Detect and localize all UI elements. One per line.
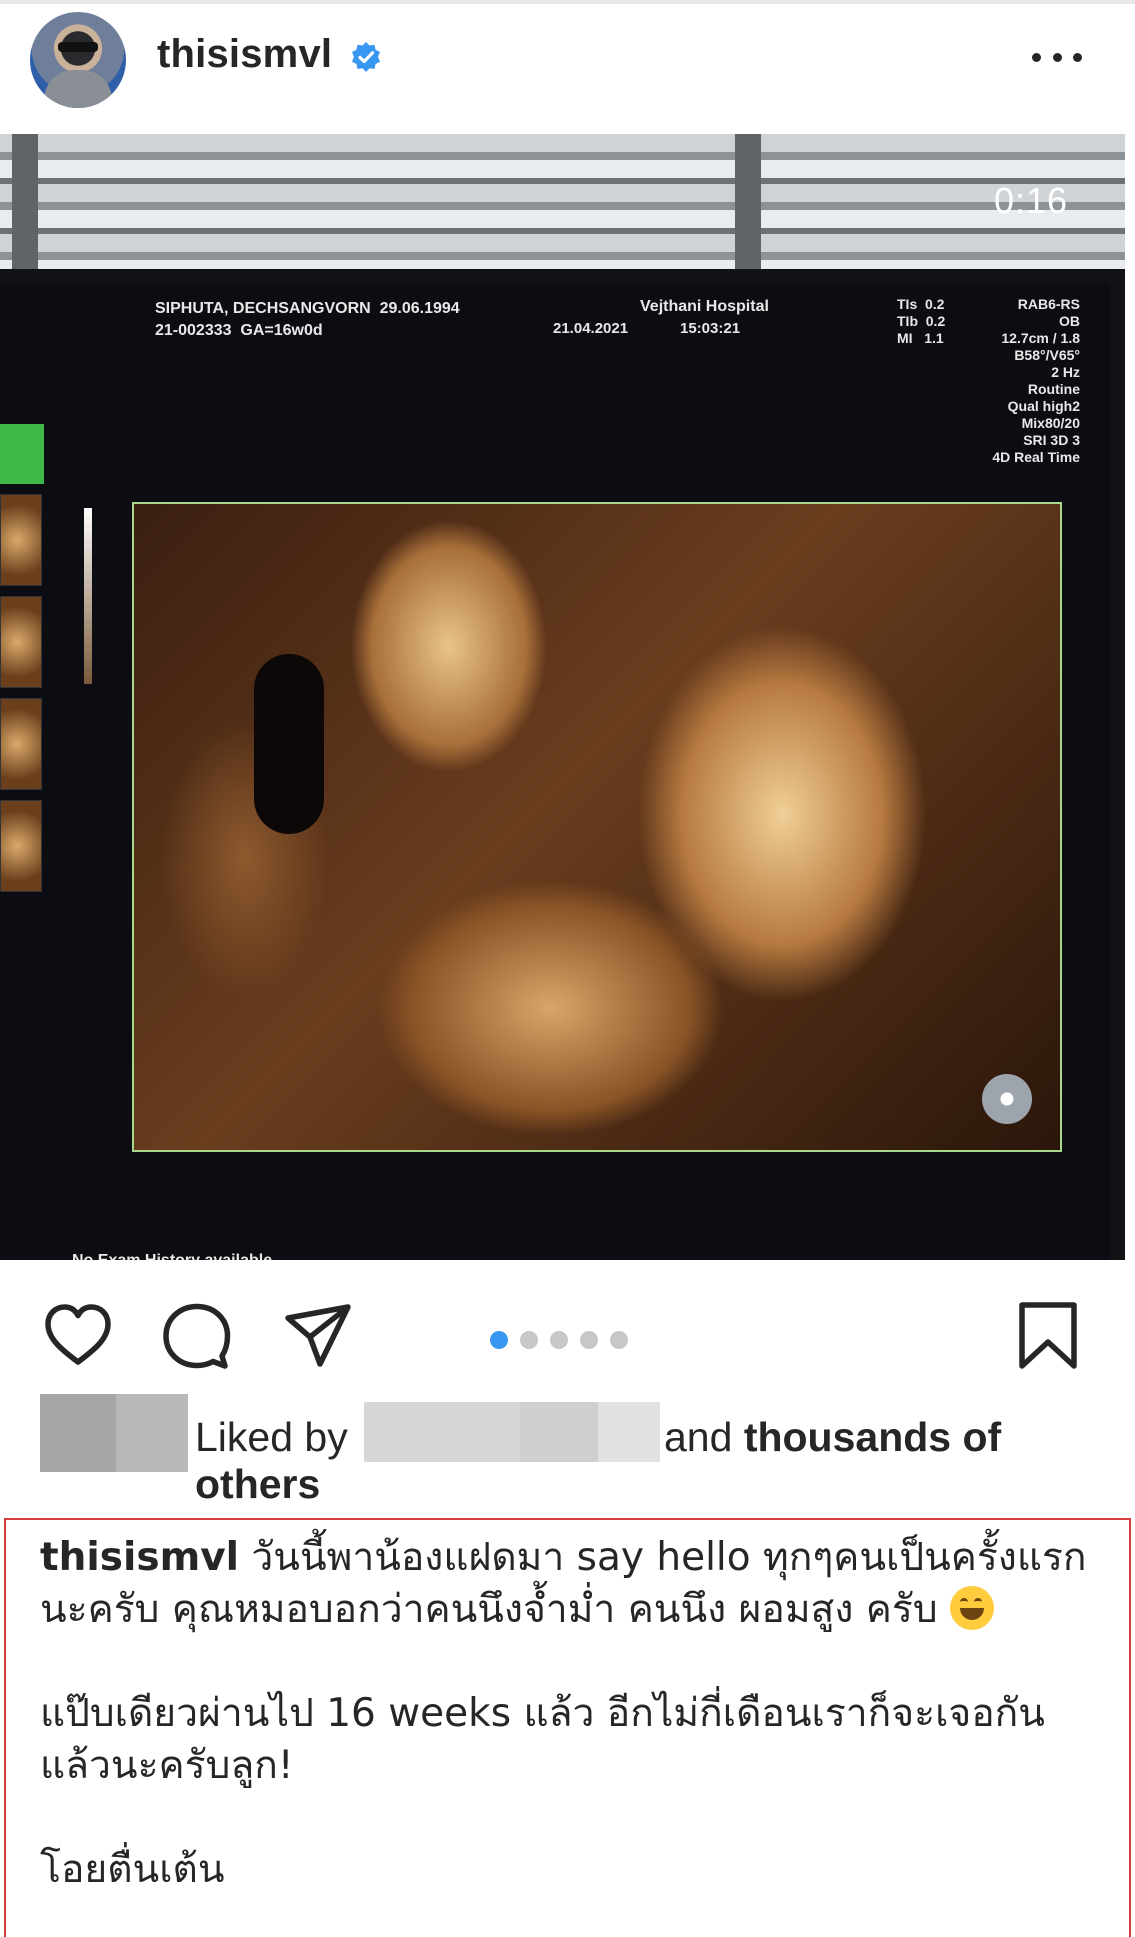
caption-text: นะครับ คุณหมอบอกว่าคนนึงจ้ำม่ำ คนนึง ผอม… bbox=[40, 1587, 950, 1632]
depth-scale bbox=[84, 508, 92, 684]
grinning-face-emoji-icon bbox=[949, 1586, 994, 1630]
carousel-dot-active bbox=[490, 1331, 508, 1349]
post-header: thisismvl bbox=[0, 4, 1135, 134]
caption-line: นะครับ คุณหมอบอกว่าคนนึงจ้ำม่ำ คนนึง ผอม… bbox=[40, 1584, 1100, 1636]
scan-thumbnail bbox=[0, 494, 42, 586]
blind-strut bbox=[12, 134, 38, 269]
render-handle-icon bbox=[982, 1074, 1032, 1124]
heart-icon[interactable] bbox=[42, 1300, 114, 1372]
fetal-3d-render bbox=[132, 502, 1062, 1152]
window-blinds-backdrop bbox=[0, 134, 1125, 269]
verified-badge-icon bbox=[352, 42, 380, 72]
caption-line: โอยตื่นเต้น bbox=[40, 1844, 1100, 1896]
comment-icon[interactable] bbox=[160, 1300, 232, 1372]
scan-thumbnail bbox=[0, 698, 42, 790]
scan-time: 15:03:21 bbox=[680, 320, 741, 337]
liker-avatar-blurred[interactable] bbox=[116, 1394, 188, 1472]
carousel-dot bbox=[520, 1331, 538, 1349]
likes-others[interactable]: others bbox=[195, 1461, 320, 1508]
scan-params: TIs 0.2 TIb 0.2 MI 1.1 bbox=[897, 296, 946, 346]
caption-text: โอยตื่นเต้น bbox=[40, 1847, 225, 1892]
scan-patient-info: SIPHUTA, DECHSANGVORN 29.06.1994 21-0023… bbox=[155, 298, 460, 342]
video-timer: 0:16 bbox=[994, 180, 1069, 221]
ultrasound-monitor: SIPHUTA, DECHSANGVORN 29.06.1994 21-0023… bbox=[0, 284, 1110, 1260]
scan-thumbnail bbox=[0, 596, 42, 688]
scan-date: 21.04.2021 bbox=[553, 320, 629, 337]
post-caption: thisismvl วันนี้พาน้องแฝดมา say hello ทุ… bbox=[40, 1532, 1100, 1896]
scan-thumbnail bbox=[0, 800, 42, 892]
scan-thumbnails bbox=[0, 494, 42, 994]
more-dot bbox=[1073, 52, 1082, 62]
caption-text: วันนี้พาน้องแฝดมา say hello ทุกๆคนเป็นคร… bbox=[239, 1535, 1087, 1580]
more-horizontal-icon bbox=[1032, 52, 1041, 62]
no-exam-history-label: No Exam History available bbox=[72, 1252, 272, 1260]
likes-and: and bbox=[664, 1414, 744, 1460]
post-username[interactable]: thisismvl bbox=[157, 32, 332, 77]
caption-line: แป๊บเดียวผ่านไป 16 weeks แล้ว อีกไม่กี่เ… bbox=[40, 1688, 1100, 1740]
profile-avatar[interactable] bbox=[30, 12, 126, 108]
caption-text: แป๊บเดียวผ่านไป 16 weeks แล้ว อีกไม่กี่เ… bbox=[40, 1691, 1045, 1736]
scan-patient-line1: SIPHUTA, DECHSANGVORN 29.06.1994 bbox=[155, 300, 460, 317]
post-media-video[interactable]: SIPHUTA, DECHSANGVORN 29.06.1994 21-0023… bbox=[0, 134, 1125, 1260]
caption-text: แล้วนะครับลูก! bbox=[40, 1743, 294, 1788]
liker-avatar-blurred[interactable] bbox=[40, 1394, 116, 1472]
avatar-figure bbox=[44, 70, 112, 108]
send-icon[interactable] bbox=[282, 1300, 354, 1372]
caption-line: แล้วนะครับลูก! bbox=[40, 1740, 1100, 1792]
likes-others-link[interactable]: and thousands of bbox=[664, 1414, 1001, 1461]
more-dot bbox=[1052, 52, 1062, 62]
carousel-dot bbox=[580, 1331, 598, 1349]
liker-name-redacted[interactable] bbox=[364, 1402, 520, 1462]
carousel-dot bbox=[610, 1331, 628, 1349]
post-actions-bar bbox=[0, 1260, 1135, 1400]
likes-summary: Liked by and thousands of others bbox=[0, 1394, 1135, 1507]
bookmark-icon[interactable] bbox=[1012, 1300, 1084, 1372]
carousel-indicator bbox=[490, 1331, 628, 1349]
render-shadow bbox=[254, 654, 324, 834]
scan-patient-line2: 21-002333 GA=16w0d bbox=[155, 322, 323, 339]
liker-name-redacted[interactable] bbox=[598, 1402, 660, 1462]
liker-name-redacted[interactable] bbox=[520, 1402, 598, 1462]
avatar-glasses bbox=[58, 42, 98, 52]
likes-thousands: thousands of bbox=[743, 1414, 1002, 1460]
carousel-dot bbox=[550, 1331, 568, 1349]
scan-hospital: Vejthani Hospital bbox=[640, 298, 769, 315]
caption-username[interactable]: thisismvl bbox=[40, 1535, 239, 1580]
scan-settings: RAB6-RS OB 12.7cm / 1.8 B58°/V65° 2 Hz R… bbox=[992, 296, 1080, 465]
blind-strut bbox=[735, 134, 761, 269]
more-options-button[interactable] bbox=[1032, 42, 1082, 72]
caption-line: thisismvl วันนี้พาน้องแฝดมา say hello ทุ… bbox=[40, 1532, 1100, 1584]
monitor-green-tab bbox=[0, 424, 44, 484]
liked-by-label: Liked by bbox=[195, 1414, 348, 1460]
